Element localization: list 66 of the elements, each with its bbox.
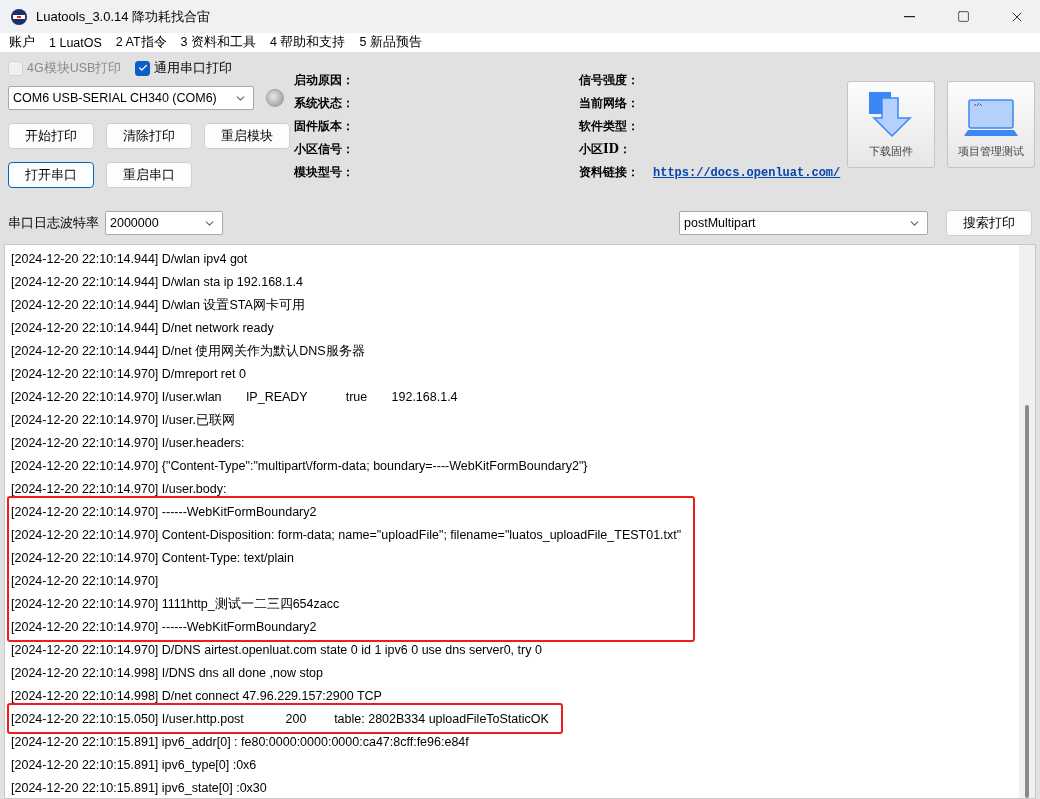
info-label: 资料链接：: [579, 164, 639, 181]
menu-item[interactable]: 3 资料和工具: [180, 34, 257, 51]
log-line: [2024-12-20 22:10:14.970] 1111http_测试一二三四654zacc: [11, 596, 341, 613]
log-line: [2024-12-20 22:10:15.891] ipv6_type[0] :0x6: [11, 757, 258, 774]
menu-item[interactable]: 账户: [9, 34, 35, 51]
action-button[interactable]: 清除打印: [106, 123, 192, 149]
log-line: [2024-12-20 22:10:14.998] D/net connect 47.96.229.157:2900 TCP: [11, 688, 383, 705]
info-label: 小区ID：: [579, 141, 632, 158]
maximize-icon: [956, 10, 970, 23]
log-line: [2024-12-20 22:10:14.944] D/net network ready: [11, 320, 275, 337]
log-line: [2024-12-20 22:10:14.970]: [11, 573, 160, 590]
action-button[interactable]: 重启模块: [204, 123, 290, 149]
log-line: [2024-12-20 22:10:14.970] D/DNS airtest.openluat.com state 0 id 1 ipv6 0 use dns server0, try 0: [11, 642, 542, 659]
baud-rate-label: 串口日志波特率: [8, 214, 99, 232]
action-button[interactable]: 打开串口: [8, 162, 94, 188]
menu-item[interactable]: 5 新品预告: [359, 34, 422, 51]
log-line: [2024-12-20 22:10:14.944] D/wlan sta ip 192.168.1.4: [11, 274, 304, 291]
info-label: 系统状态：: [294, 95, 354, 112]
info-label: 软件类型：: [579, 118, 639, 135]
app-logo-icon: [10, 7, 28, 26]
checkbox-label: 通用串口打印: [154, 59, 233, 77]
log-line: [2024-12-20 22:10:14.970] I/user.wlan IP_READY true 192.168.1.4: [11, 389, 459, 406]
docs-link[interactable]: https://docs.openluat.com/: [653, 165, 841, 180]
log-line: [2024-12-20 22:10:15.891] ipv6_state[0] :0x30: [11, 780, 268, 797]
port-dropdown[interactable]: COM6 USB-SERIAL CH340 (COM6): [8, 86, 254, 110]
check-icon: [137, 63, 148, 73]
log-line: [2024-12-20 22:10:14.970] Content-Type: text/plain: [11, 550, 295, 567]
log-line: [2024-12-20 22:10:14.970] Content-Disposition: form-data; name="uploadFile"; filename="luatos_uploadFile_TEST01.txt": [11, 527, 682, 544]
info-label: 信号强度：: [579, 72, 639, 89]
log-line: [2024-12-20 22:10:14.944] D/net 使用网关作为默认DNS服务器: [11, 343, 366, 360]
tool-button[interactable]: 下载固件: [847, 81, 935, 168]
search-dropdown[interactable]: postMultipart: [679, 211, 928, 235]
dropdown-value: postMultipart: [684, 216, 756, 230]
log-line: [2024-12-20 22:10:15.050] I/user.http.post 200 table: 2802B334 uploadFileToStaticOK: [11, 711, 549, 728]
log-line: [2024-12-20 22:10:14.998] I/DNS dns all done ,now stop: [11, 665, 325, 682]
action-button[interactable]: 重启串口: [106, 162, 192, 188]
search-print-button[interactable]: 搜索打印: [946, 210, 1032, 236]
info-label: 模块型号：: [294, 164, 354, 181]
minimize-icon: [903, 15, 915, 18]
log-line: [2024-12-20 22:10:14.970] I/user.headers:: [11, 435, 246, 452]
action-button[interactable]: 开始打印: [8, 123, 94, 149]
menu-item[interactable]: 4 帮助和支持: [270, 34, 346, 51]
info-label: 固件版本：: [294, 118, 354, 135]
log-line: [2024-12-20 22:10:14.970] ------WebKitFormBoundary2: [11, 504, 318, 521]
scrollbar[interactable]: [1019, 245, 1035, 798]
laptop-icon: [962, 98, 1020, 138]
dropdown-value: 2000000: [110, 216, 159, 230]
checkbox[interactable]: [135, 60, 151, 76]
checkbox-label: 4G模块USB打印: [27, 59, 122, 77]
menu-item[interactable]: 1 LuatOS: [49, 35, 102, 50]
dropdown-value: COM6 USB-SERIAL CH340 (COM6): [13, 91, 217, 105]
window-title: Luatools_3.0.14 降功耗找合宙: [36, 7, 212, 26]
info-label: 启动原因：: [294, 72, 354, 89]
info-label: 小区信号：: [294, 141, 354, 158]
log-line: [2024-12-20 22:10:14.970] D/mreport ret 0: [11, 366, 247, 383]
log-line: [2024-12-20 22:10:14.970] ------WebKitFormBoundary2: [11, 619, 318, 636]
baud-rate-dropdown[interactable]: 2000000: [105, 211, 223, 235]
log-line: [2024-12-20 22:10:14.970] I/user.body:: [11, 481, 228, 498]
log-line: [2024-12-20 22:10:14.970] I/user.已联网: [11, 412, 236, 429]
info-label: 当前网络：: [579, 95, 639, 112]
log-line: [2024-12-20 22:10:15.891] ipv6_addr[0] : fe80:0000:0000:0000:ca47:8cff:fe96:e84f: [11, 734, 469, 751]
log-line: [2024-12-20 22:10:14.970] {"Content-Type":"multipart\/form-data; boundary=----WebKitFormBoundary2"}: [11, 458, 588, 475]
menu-item[interactable]: 2 AT指令: [115, 34, 167, 51]
log-line: [2024-12-20 22:10:14.944] D/wlan 设置STA网卡可用: [11, 297, 306, 314]
tool-button[interactable]: 项目管理测试: [947, 81, 1035, 168]
log-line: [2024-12-20 22:10:14.944] D/wlan ipv4 got: [11, 251, 249, 268]
